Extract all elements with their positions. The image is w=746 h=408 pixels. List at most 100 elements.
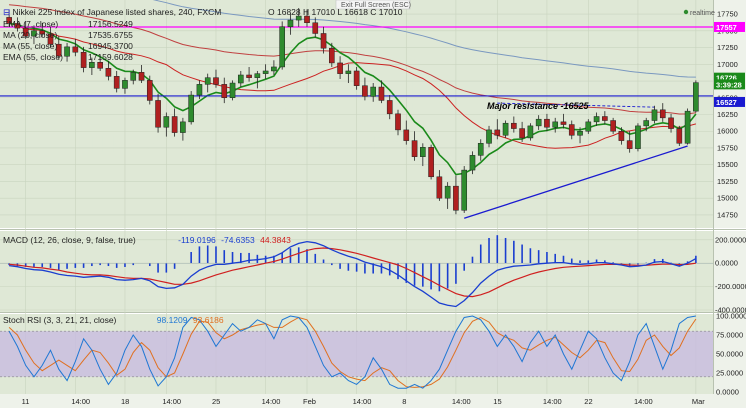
candle-body	[262, 70, 269, 74]
time-tick-label: 14:00	[353, 397, 372, 406]
candle-body	[105, 68, 112, 77]
rsi-tick-label: 50.0000	[716, 350, 743, 359]
candle-body	[370, 86, 376, 97]
candle-body	[271, 66, 277, 72]
price-tick-label: 15750	[717, 143, 738, 152]
ohlc-readout: O 16828 H 17010 L 16618 C 17010	[268, 7, 403, 17]
candle-body	[486, 129, 492, 144]
candle-body	[560, 121, 567, 125]
candle-body	[122, 80, 128, 89]
candle-body	[602, 116, 608, 121]
candle-body	[304, 15, 310, 24]
candle-body	[676, 128, 683, 144]
rsi-tick-label: 100.0000	[716, 312, 746, 321]
candle-body	[444, 185, 451, 199]
price-tick-label: 17750	[717, 10, 738, 19]
time-tick-label: 8	[402, 397, 406, 406]
candle-body	[138, 72, 145, 81]
time-tick-label: 22	[584, 397, 592, 406]
indicator-legend-value: 16945.3700	[88, 41, 133, 51]
time-tick-label: 15	[493, 397, 501, 406]
candle-body	[279, 26, 285, 68]
time-tick-label: 14:00	[262, 397, 281, 406]
candle-body	[180, 121, 186, 133]
macd-tick-label: 0.0000	[715, 259, 738, 268]
price-tick-label: 15500	[717, 160, 738, 169]
time-tick-label: 14:00	[452, 397, 471, 406]
price-badge-label: 17557	[716, 23, 737, 32]
candle-body	[411, 140, 418, 157]
macd-tick-label: -200.0000	[715, 282, 746, 291]
rsi-tick-label: 25.0000	[716, 369, 743, 378]
rsi-band-area	[0, 331, 713, 377]
candle-body	[163, 116, 170, 128]
candle-body	[213, 77, 219, 85]
candle-body	[229, 82, 236, 99]
candle-body	[626, 140, 633, 149]
macd-tick-label: 200.0000	[715, 235, 746, 244]
candle-body	[453, 185, 459, 211]
candle-body	[527, 125, 534, 139]
symbol-title: ⊟ Nikkei 225 index of Japanese listed sh…	[3, 7, 221, 17]
indicator-legend-value: 17156.5249	[88, 19, 133, 29]
price-tick-label: 17000	[717, 60, 738, 69]
candle-body	[544, 118, 550, 128]
indicator-legend-value: 17159.6028	[88, 52, 133, 62]
resistance-annotation: Major resistance -16525	[487, 101, 590, 111]
price-tick-label: 15250	[717, 177, 738, 186]
time-tick-label: Feb	[303, 397, 316, 406]
candle-body	[196, 84, 203, 96]
indicator-legend-label: MA (20, close)	[3, 30, 57, 40]
price-tick-label: 16000	[717, 127, 738, 136]
candle-body	[436, 176, 443, 199]
candle-body	[320, 33, 327, 49]
candle-body	[97, 62, 103, 69]
candle-body	[171, 116, 178, 133]
candle-body	[254, 73, 261, 78]
candle-body	[511, 122, 517, 129]
candle-body	[80, 51, 87, 68]
candle-body	[287, 19, 294, 28]
candle-body	[668, 117, 674, 129]
candle-body	[188, 94, 194, 123]
time-tick-label: Mar	[692, 397, 705, 406]
candle-body	[312, 22, 319, 34]
price-tick-label: 16250	[717, 110, 738, 119]
price-tick-label: 15000	[717, 194, 738, 203]
candle-body	[72, 46, 79, 53]
candle-body	[684, 110, 691, 144]
realtime-label[interactable]: realtime	[690, 10, 715, 17]
time-tick-label: 18	[121, 397, 129, 406]
candle-body	[461, 169, 468, 211]
price-tick-label: 17250	[717, 43, 738, 52]
candle-body	[130, 72, 137, 81]
candle-body	[494, 129, 501, 136]
candle-body	[362, 85, 368, 97]
candle-body	[221, 84, 228, 99]
candle-body	[502, 122, 509, 136]
chart-svg: JPN225 240 Nikkei 225 index of Japanese …	[0, 0, 746, 408]
candle-body	[635, 125, 641, 149]
candle-body	[643, 120, 650, 127]
candle-body	[89, 62, 95, 68]
candle-body	[610, 120, 616, 132]
candle-body	[378, 86, 385, 101]
candle-body	[329, 47, 335, 64]
price-badge-label: 16527	[716, 98, 737, 107]
rsi-tick-label: 0.0000	[716, 388, 739, 397]
candle-body	[651, 109, 658, 121]
time-tick-label: 14:00	[634, 397, 653, 406]
time-tick-label: 14:00	[162, 397, 181, 406]
candle-body	[618, 130, 625, 141]
candle-body	[477, 143, 484, 156]
price-tick-label: 14750	[717, 210, 738, 219]
candle-body	[469, 155, 476, 171]
candle-body	[428, 147, 434, 178]
candle-body	[693, 82, 699, 112]
candle-body	[237, 74, 244, 84]
symbol-line: Nikkei 225 index of Japanese listed shar…	[12, 7, 221, 17]
candle-body	[353, 70, 360, 86]
candle-body	[568, 124, 575, 136]
candle-body	[420, 147, 426, 157]
indicator-legend-value: 17535.6755	[88, 30, 133, 40]
